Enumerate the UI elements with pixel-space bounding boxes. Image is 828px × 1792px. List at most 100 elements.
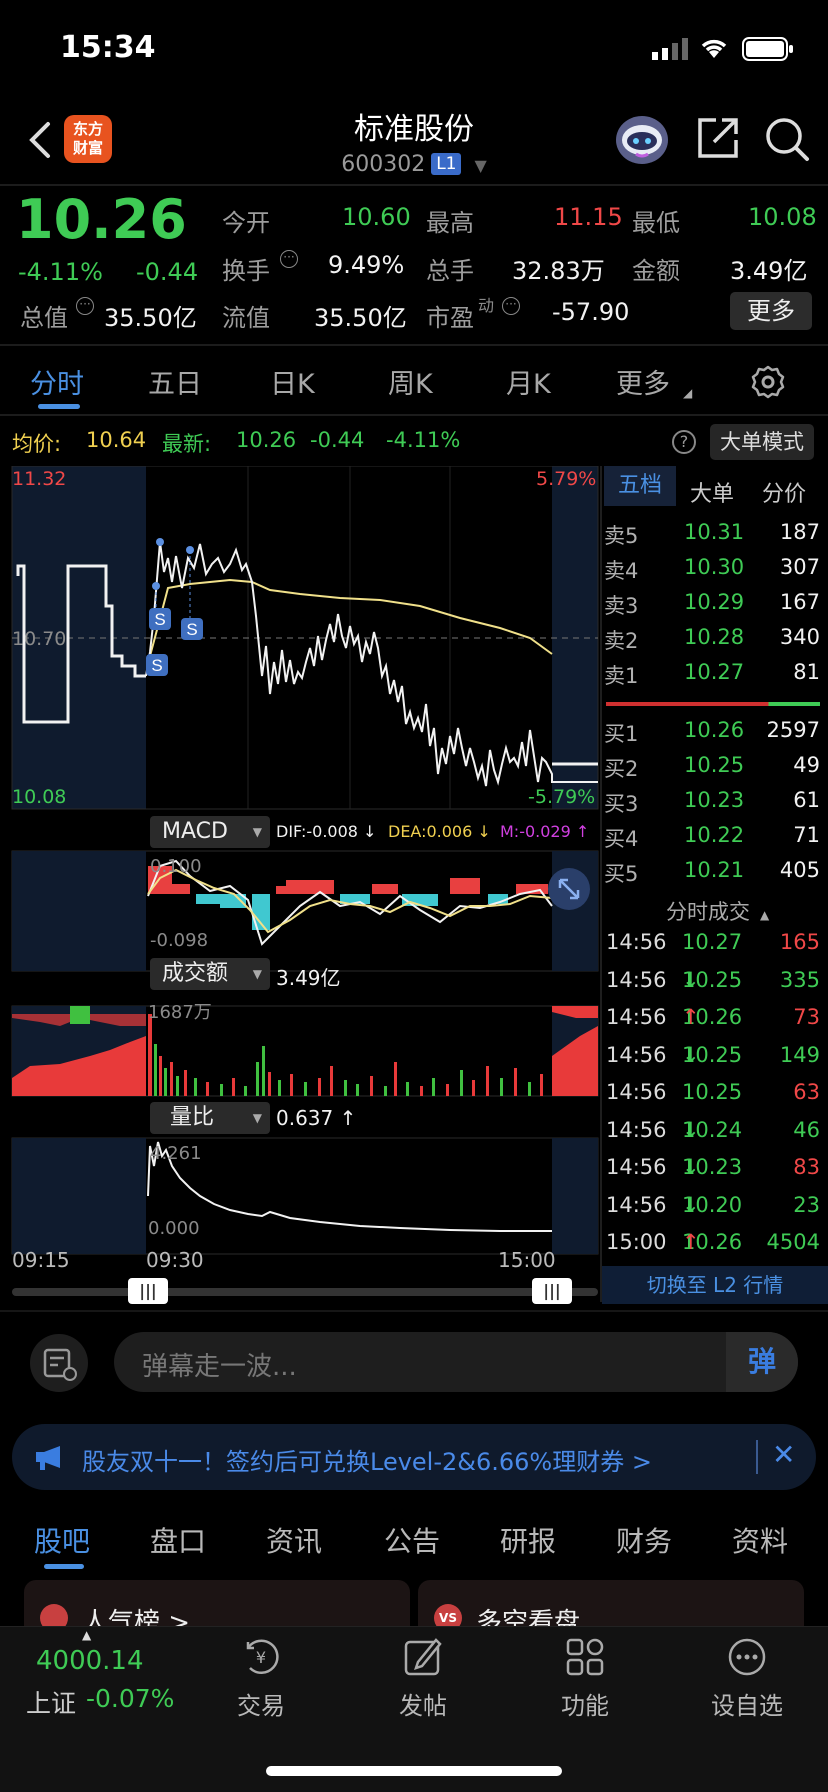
caret-icon: ◢	[683, 386, 693, 400]
level-badge: L1	[431, 153, 462, 175]
amount-selector[interactable]: 成交额 ▼	[150, 958, 270, 990]
tab-five-day[interactable]: 五日	[148, 362, 202, 401]
macd-label: MACD	[162, 819, 228, 844]
robot-assistant-icon[interactable]	[612, 110, 672, 166]
trade-icon: ¥	[240, 1636, 282, 1682]
avg-price-line	[149, 578, 553, 657]
macd-selector[interactable]: MACD ▼	[150, 816, 270, 848]
volume-ratio-axis-max: 4.261	[150, 1143, 202, 1164]
nav-trade[interactable]: 交易	[196, 1686, 326, 1721]
wifi-icon	[698, 36, 730, 64]
macd-histogram	[148, 866, 548, 930]
nav-post[interactable]: 发帖	[358, 1686, 488, 1721]
pe-label: 市盈	[426, 304, 474, 332]
macd-axis-top: 0.100	[150, 856, 202, 877]
promo-banner[interactable]: 股友双十一！签约后可兑换Level-2&6.66%理财券 > ✕	[12, 1424, 816, 1490]
latest-pct: -4.11%	[386, 428, 461, 452]
tab-profile[interactable]: 资料	[732, 1520, 788, 1560]
price-line	[145, 541, 598, 787]
stock-code: 600302	[341, 152, 426, 177]
promo-text: 股友双十一！签约后可兑换Level-2&6.66%理财券 >	[82, 1448, 652, 1476]
intraday-chart[interactable]: S S S	[0, 466, 600, 1296]
range-handle-right[interactable]: |||	[532, 1278, 572, 1304]
chevron-down-icon: ▼	[252, 967, 262, 981]
ask-row-3: 卖3 10.29 167	[604, 590, 820, 618]
nav-functions[interactable]: 功能	[520, 1686, 650, 1721]
notes-icon[interactable]	[30, 1334, 88, 1392]
index-value: 4000.14	[36, 1646, 144, 1676]
mktcap-value: 35.50亿	[104, 304, 197, 332]
info-icon[interactable]: ···	[502, 297, 520, 315]
avg-value: 10.64	[86, 428, 147, 452]
search-icon[interactable]	[764, 116, 810, 166]
price-axis-mid: 10.70	[12, 628, 67, 650]
amount-panel-value: 3.49亿	[276, 966, 341, 990]
index-widget[interactable]: ▲ 4000.14 上证 -0.07%	[24, 1628, 184, 1720]
volume-ratio-selector[interactable]: 量比 ▼	[150, 1102, 270, 1134]
svg-text:¥: ¥	[256, 1648, 266, 1667]
megaphone-icon	[36, 1446, 60, 1470]
help-icon[interactable]: ?	[672, 430, 696, 454]
tick-row: 14:56 10.25 ↓ 149	[606, 1043, 820, 1067]
big-order-mode-button[interactable]: 大单模式	[710, 424, 814, 460]
share-icon[interactable]	[696, 116, 740, 164]
more-button[interactable]: 更多	[730, 292, 812, 330]
tick-row: 14:56 10.20 ↓ 23	[606, 1193, 820, 1217]
tick-row: 14:56 10.25 63	[606, 1080, 820, 1104]
signal-icon	[652, 38, 690, 64]
danmu-toggle-button[interactable]: 弹	[726, 1332, 798, 1392]
tab-intraday[interactable]: 分时	[30, 362, 84, 401]
tick-row: 14:56 10.25 ↓ 335	[606, 968, 820, 992]
tab-monthly-k[interactable]: 月K	[506, 362, 551, 401]
ticks-title[interactable]: 分时成交 ▲	[666, 896, 769, 926]
mktcap-label: 总值	[20, 304, 68, 332]
amount-label: 成交额	[162, 961, 229, 986]
divider	[756, 1440, 758, 1474]
tab-market-depth[interactable]: 盘口	[150, 1520, 206, 1560]
ticks-title-text: 分时成交	[666, 900, 750, 924]
home-indicator	[266, 1766, 562, 1776]
amount-value: 3.49亿	[730, 257, 808, 285]
tick-row: 14:56 10.23 ↓ 83	[606, 1155, 820, 1179]
avg-label: 均价:	[12, 432, 62, 456]
tab-news[interactable]: 资讯	[266, 1520, 322, 1560]
tab-forum[interactable]: 股吧	[34, 1520, 90, 1560]
tab-weekly-k[interactable]: 周K	[388, 362, 433, 401]
volume-ratio-value: 0.637 ↑	[276, 1106, 357, 1130]
tab-price-dist[interactable]: 分价	[762, 476, 806, 508]
caret-up-icon: ▲	[82, 1628, 92, 1642]
volume-ratio-axis-min: 0.000	[148, 1218, 200, 1239]
nav-add-watchlist[interactable]: 设自选	[682, 1686, 812, 1721]
high-marker	[156, 538, 164, 546]
tab-announcements[interactable]: 公告	[384, 1520, 440, 1560]
close-icon[interactable]: ✕	[772, 1438, 795, 1471]
svg-text:S: S	[186, 620, 197, 639]
chevron-down-icon: ▼	[474, 156, 487, 175]
info-icon[interactable]: ···	[280, 250, 298, 268]
ask-row-1: 卖1 10.27 81	[604, 660, 820, 688]
tab-research[interactable]: 研报	[500, 1520, 556, 1560]
tab-order-book[interactable]: 五档	[604, 466, 676, 506]
tab-more[interactable]: 更多	[616, 362, 670, 401]
tab-daily-k[interactable]: 日K	[270, 362, 315, 401]
status-time: 15:34	[60, 30, 156, 65]
switch-l2-button[interactable]: 切换至 L2 行情	[602, 1266, 828, 1304]
divider	[0, 344, 828, 346]
expand-icon[interactable]	[548, 868, 590, 910]
price-axis-top-pct: 5.79%	[536, 468, 597, 490]
tab-finance[interactable]: 财务	[616, 1520, 672, 1560]
range-handle-left[interactable]: |||	[128, 1278, 168, 1304]
time-axis-end: 15:00	[498, 1248, 556, 1272]
gear-icon[interactable]	[750, 364, 786, 404]
pe-sup: 动	[478, 296, 495, 315]
chevron-down-icon: ▼	[252, 825, 262, 839]
bid-ask-ratio-bar	[606, 702, 820, 706]
danmu-input[interactable]: 弹幕走一波... 弹	[114, 1332, 798, 1392]
info-icon[interactable]: ···	[76, 297, 94, 315]
latest-change: -0.44	[310, 428, 365, 452]
divider	[0, 184, 828, 186]
float-value: 35.50亿	[314, 304, 407, 332]
tab-big-orders[interactable]: 大单	[690, 476, 734, 508]
divider	[0, 1310, 828, 1312]
macd-m: M:-0.029 ↑	[500, 822, 590, 841]
